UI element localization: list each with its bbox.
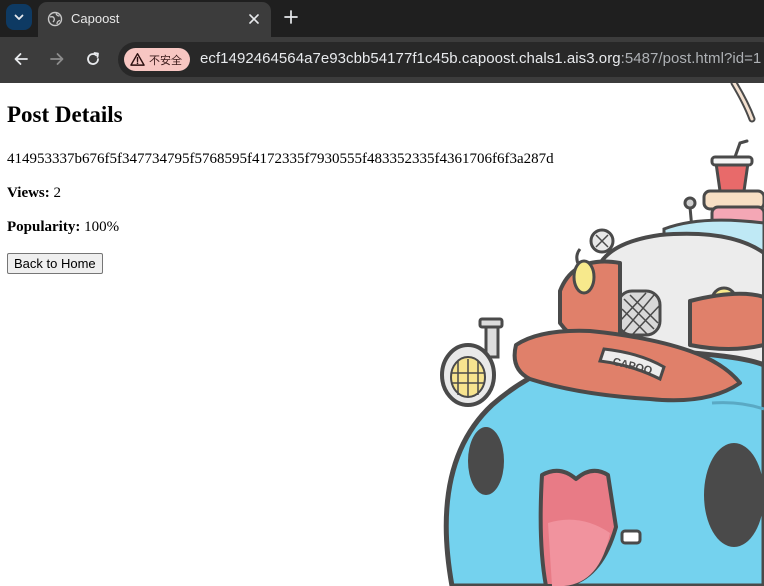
reload-button[interactable] <box>83 49 103 69</box>
url-host: ecf1492464564a7e93cbb54177f1c45b.capoost… <box>200 50 621 67</box>
post-id-text: 414953337b676f5f347734795f5768595f417233… <box>7 151 554 167</box>
popularity-value: 100% <box>84 219 120 235</box>
popularity-row: Popularity: 100% <box>7 219 119 236</box>
page-title: Post Details <box>7 102 123 127</box>
page-viewport: CAPOO Post Details 414953337b676f5f34773… <box>0 83 764 586</box>
chevron-down-icon <box>14 14 24 20</box>
new-tab-button[interactable] <box>281 7 301 27</box>
arrow-right-icon <box>50 53 64 65</box>
views-value: 2 <box>53 185 62 201</box>
popularity-label: Popularity: <box>7 219 81 235</box>
globe-icon <box>47 11 63 27</box>
tab-strip: Capoost <box>0 0 764 37</box>
arrow-left-icon <box>14 53 28 65</box>
browser-toolbar: 不安全 ecf1492464564a7e93cbb54177f1c45b.cap… <box>0 37 764 83</box>
security-chip[interactable]: 不安全 <box>124 48 190 71</box>
url-text[interactable]: ecf1492464564a7e93cbb54177f1c45b.capoost… <box>200 50 761 67</box>
url-path: :5487/post.html?id=1 <box>620 50 762 67</box>
back-to-home-button[interactable]: Back to Home <box>7 253 103 274</box>
tab-search-button[interactable] <box>6 4 32 30</box>
tab-title: Capoost <box>71 11 120 26</box>
views-row: Views: 2 <box>7 185 61 202</box>
forward-button[interactable] <box>47 49 67 69</box>
warning-triangle-icon <box>130 52 145 66</box>
views-label: Views: <box>7 185 50 201</box>
browser-tab[interactable]: Capoost <box>38 2 271 37</box>
reload-icon <box>87 52 99 65</box>
address-bar[interactable]: 不安全 ecf1492464564a7e93cbb54177f1c45b.cap… <box>118 42 764 77</box>
tab-close-button[interactable] <box>245 10 263 28</box>
security-label: 不安全 <box>149 54 182 67</box>
plus-icon <box>284 10 298 24</box>
close-icon <box>249 14 259 24</box>
back-button[interactable] <box>11 49 31 69</box>
